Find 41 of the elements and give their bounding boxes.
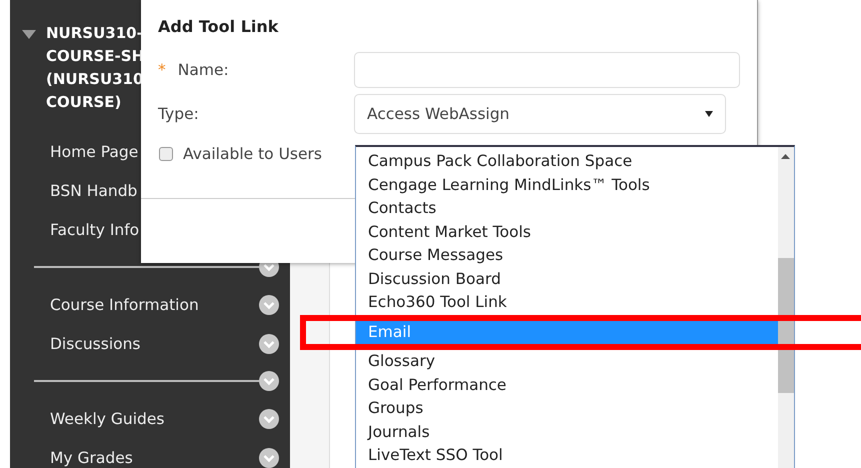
dropdown-caret-icon — [705, 111, 713, 117]
collapse-triangle-icon[interactable] — [22, 30, 36, 39]
name-input[interactable] — [354, 52, 740, 88]
dialog-title: Add Tool Link — [157, 16, 280, 36]
dropdown-option[interactable]: Groups — [356, 397, 778, 420]
chevron-down-icon[interactable] — [259, 294, 279, 314]
menu-link[interactable]: Faculty Info — [50, 220, 140, 238]
chevron-down-icon[interactable] — [259, 408, 279, 428]
dropdown-option[interactable]: Course Messages — [356, 244, 778, 268]
course-title: NURSU310- — [46, 23, 144, 44]
dropdown-option[interactable]: Cengage Learning MindLinks™ Tools — [356, 174, 778, 197]
dropdown-option[interactable]: Glossary — [356, 350, 778, 374]
field-label: Name: — [178, 61, 229, 79]
required-mark: * — [158, 61, 166, 79]
dropdown-option[interactable]: LiveText SSO Tool — [356, 444, 778, 468]
dropdown-option[interactable]: Contacts — [356, 197, 778, 220]
chevron-down-icon[interactable] — [259, 334, 279, 354]
course-title: COURSE-SH — [46, 46, 144, 67]
menu-link[interactable]: Weekly Guides — [50, 410, 164, 428]
scrollbar[interactable] — [778, 147, 794, 468]
menu-link[interactable]: BSN Handb — [50, 182, 138, 200]
course-title: (NURSU310 — [46, 69, 144, 90]
menu-link[interactable]: My Grades — [50, 448, 133, 466]
scroll-up-icon[interactable] — [781, 154, 790, 159]
dropdown-option[interactable]: Echo360 Tool Link — [356, 291, 778, 314]
dropdown-option[interactable]: Content Market Tools — [356, 220, 778, 244]
menu-link[interactable]: Course Information — [50, 296, 199, 314]
checkbox[interactable] — [159, 147, 173, 161]
type-select[interactable]: Access WebAssign — [354, 94, 726, 134]
dropdown-option[interactable]: Discussion Board — [356, 268, 778, 291]
chevron-down-icon[interactable] — [259, 371, 279, 391]
chevron-down-icon[interactable] — [259, 448, 279, 468]
field-label: Type: — [158, 105, 199, 123]
course-title: COURSE) — [46, 92, 122, 113]
scrollbar-thumb[interactable] — [778, 258, 794, 393]
dropdown-option[interactable]: Campus Pack Collaboration Space — [356, 150, 778, 174]
menu-link[interactable]: Discussions — [50, 334, 141, 352]
dropdown-option[interactable]: Goal Performance — [356, 374, 778, 397]
menu-link[interactable]: Home Page — [50, 142, 138, 160]
checkbox-label: Available to Users — [183, 145, 322, 163]
dropdown-option[interactable]: Journals — [356, 420, 778, 444]
